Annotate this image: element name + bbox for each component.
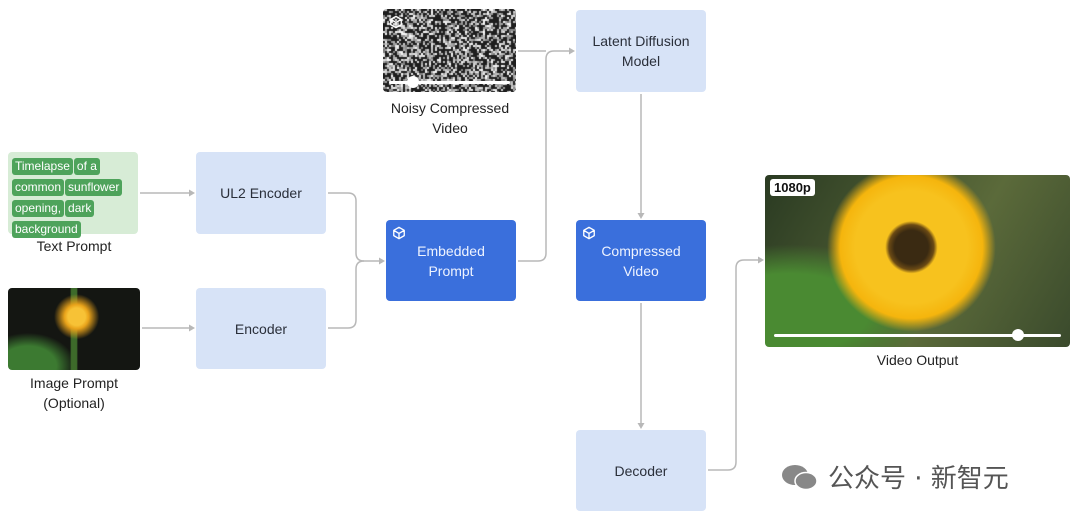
embedded-prompt-box: Embedded Prompt [386,220,516,301]
arrow-encoder-to-embedded [328,261,364,328]
text-prompt-label: Text Prompt [8,236,140,256]
arrow-embedded-to-ldm [518,51,570,261]
compressed-video-line1: Compressed [601,241,680,261]
image-prompt-label: Image Prompt (Optional) [0,373,148,413]
embedded-prompt-line1: Embedded [417,241,485,261]
noisy-video-label-line1: Noisy Compressed [370,98,530,118]
prompt-word: of a [74,158,100,175]
decoder-label: Decoder [615,461,668,481]
latent-diffusion-box: Latent Diffusion Model [576,10,706,92]
decoder-box: Decoder [576,430,706,511]
ul2-encoder-label: UL2 Encoder [220,183,302,203]
noisy-video-label-line2: Video [370,118,530,138]
wechat-icon [780,462,820,492]
watermark: 公众号 · 新智元 [780,458,1009,495]
prompt-word: sunflower [65,179,122,196]
cube-icon [389,15,403,29]
noisy-video-thumbnail [383,9,516,92]
noisy-video-label: Noisy Compressed Video [370,98,530,138]
diagram: Timelapse of a common sunflower opening, da… [0,0,1080,520]
image-prompt-label-line2: (Optional) [0,393,148,413]
compressed-video-line2: Video [601,261,680,281]
encoder-box: Encoder [196,288,326,369]
prompt-word: common [12,179,64,196]
video-output-player: 1080p [765,175,1070,347]
prompt-word: Timelapse [12,158,73,175]
video-output-label: Video Output [765,350,1070,370]
text-prompt-box: Timelapse of a common sunflower opening, da… [8,152,138,234]
latent-diffusion-line2: Model [592,51,689,71]
image-prompt-thumbnail [8,288,140,370]
compressed-video-box: Compressed Video [576,220,706,301]
encoder-label: Encoder [235,319,287,339]
cube-icon [582,226,596,240]
embedded-prompt-line2: Prompt [417,261,485,281]
prompt-word: dark [65,200,94,217]
watermark-text: 公众号 · 新智元 [828,458,1009,495]
resolution-badge: 1080p [770,179,815,196]
cube-icon [392,226,406,240]
arrow-decoder-to-output [708,260,759,470]
prompt-word: opening, [12,200,64,217]
arrow-ul2-to-embedded [328,193,380,261]
image-prompt-label-line1: Image Prompt [0,373,148,393]
ul2-encoder-box: UL2 Encoder [196,152,326,234]
latent-diffusion-line1: Latent Diffusion [592,31,689,51]
video-output-progress-knob[interactable] [1012,329,1024,341]
